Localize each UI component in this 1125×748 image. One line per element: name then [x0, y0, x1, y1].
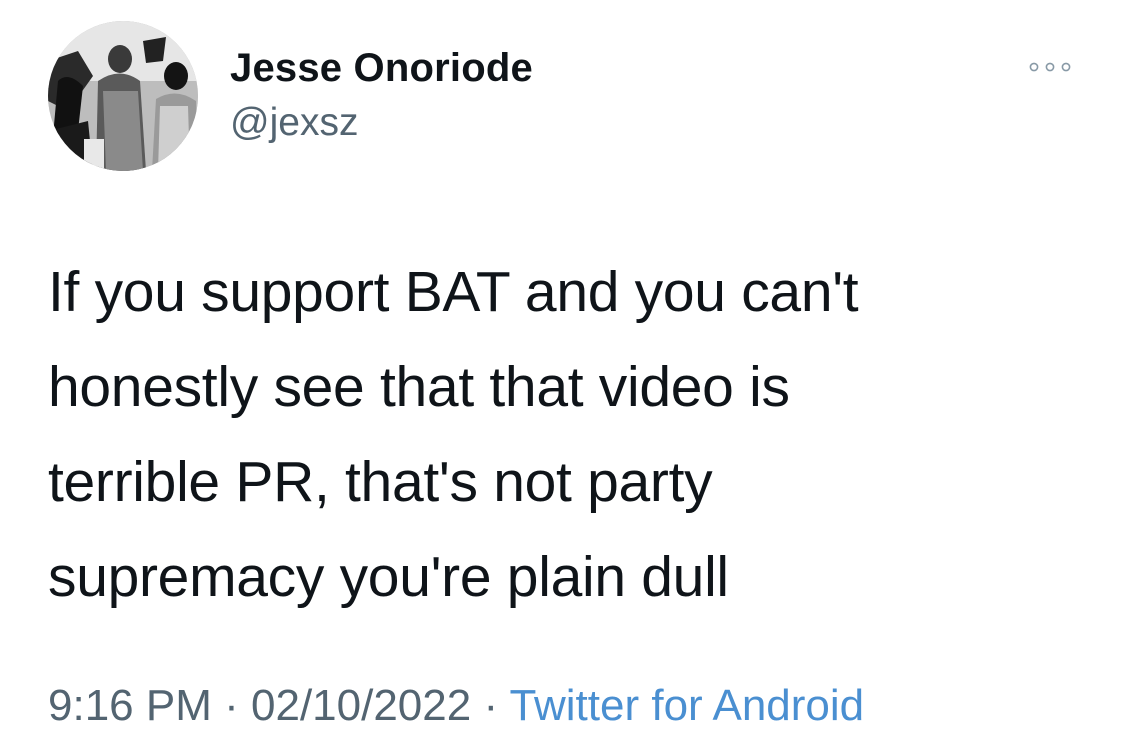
meta-separator: ·	[483, 681, 510, 730]
meta-separator: ·	[224, 681, 251, 730]
more-options-icon	[1029, 62, 1071, 72]
profile-photo-icon	[48, 21, 198, 171]
tweet-text-line: supremacy you're plain dull	[48, 545, 729, 609]
avatar[interactable]	[48, 21, 198, 171]
tweet-text-line: honestly see that that video is	[48, 355, 790, 419]
tweet-time[interactable]: 9:16 PM	[48, 681, 212, 730]
author-handle[interactable]: @jexsz	[230, 100, 358, 146]
tweet-text-line: If you support BAT and you can't	[48, 260, 859, 324]
tweet-text-line: terrible PR, that's not party	[48, 450, 713, 514]
author-display-name[interactable]: Jesse Onoriode	[230, 44, 533, 92]
tweet-source-link[interactable]: Twitter for Android	[510, 681, 865, 730]
more-options-button[interactable]	[1020, 52, 1080, 82]
tweet-text: If you support BAT and you can't honestl…	[48, 245, 1088, 625]
tweet-date[interactable]: 02/10/2022	[251, 681, 471, 730]
tweet-meta: 9:16 PM · 02/10/2022 · Twitter for Andro…	[48, 680, 864, 732]
tweet-card: Jesse Onoriode @jexsz If you support BAT…	[0, 0, 1125, 748]
